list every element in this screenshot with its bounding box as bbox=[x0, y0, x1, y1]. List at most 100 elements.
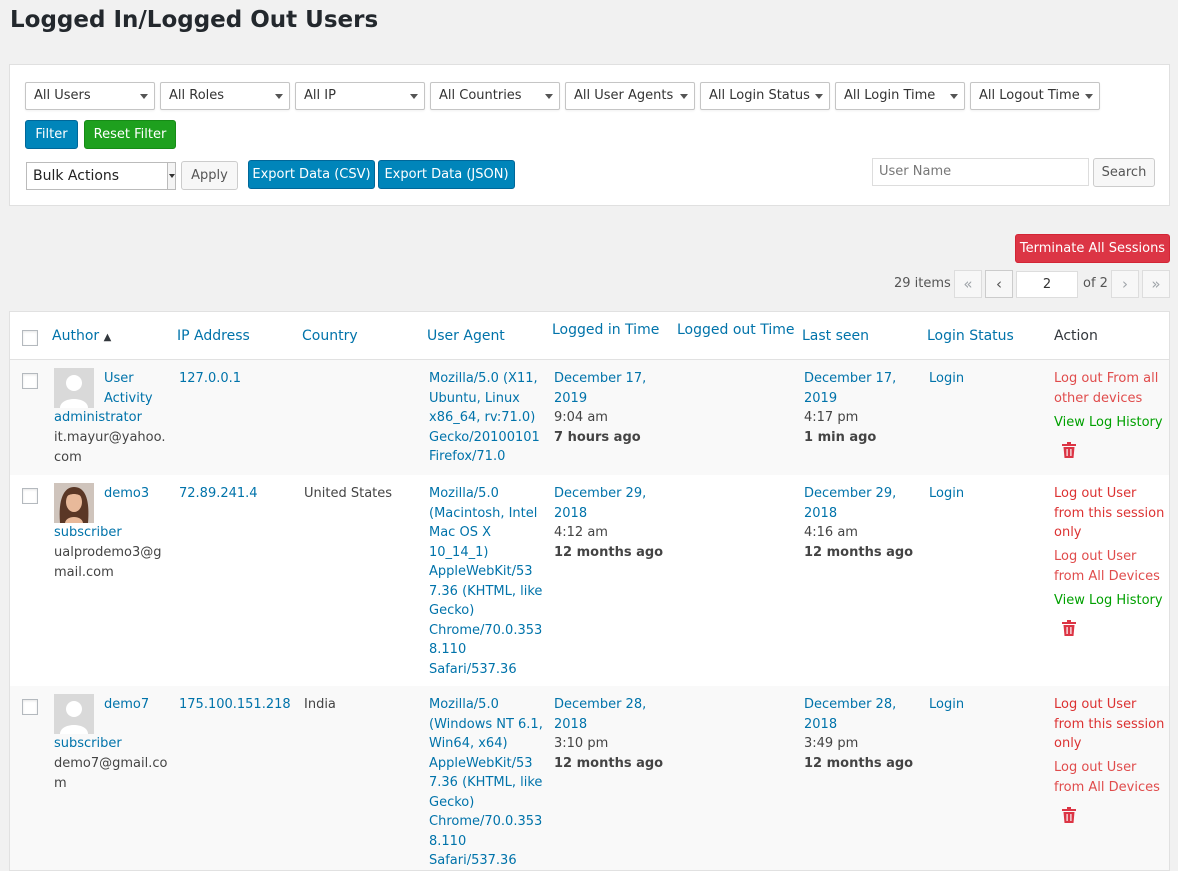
prev-page-button[interactable]: ‹ bbox=[985, 270, 1013, 298]
logged-in-time: December 17, 2019 9:04 am 7 hours ago bbox=[554, 369, 646, 447]
trash-icon[interactable] bbox=[1062, 807, 1076, 823]
row-checkbox[interactable] bbox=[22, 488, 38, 504]
row-checkbox[interactable] bbox=[22, 699, 38, 715]
date-line: 2019 bbox=[554, 390, 588, 406]
table-row: demo7 subscriber demo7@gmail.co m 175.100… bbox=[10, 686, 1169, 870]
login-clock-time: 4:12 am bbox=[554, 525, 608, 540]
chevron-down-icon bbox=[275, 94, 283, 99]
country: United States bbox=[304, 486, 393, 501]
author-role[interactable]: administrator bbox=[54, 408, 142, 428]
last-seen-time: December 17, 2019 4:17 pm 1 min ago bbox=[804, 369, 896, 447]
logged-in-time: December 28, 2018 3:10 pm 12 months ago bbox=[554, 695, 663, 773]
country: India bbox=[304, 697, 336, 712]
ua-line: (Macintosh, Intel bbox=[429, 505, 538, 521]
login-status-link[interactable]: Login bbox=[929, 695, 964, 715]
login-date-link[interactable]: December 17, 2019 bbox=[554, 369, 646, 408]
login-status-filter-select[interactable]: All Login Status bbox=[700, 82, 830, 110]
table-header: Author ▲ IP Address Country User Agent L… bbox=[10, 312, 1169, 360]
action-line: only bbox=[1054, 525, 1082, 540]
view-log-history-link[interactable]: View Log History bbox=[1054, 413, 1163, 433]
ua-line: Mozilla/5.0 bbox=[429, 697, 499, 712]
countries-filter-select[interactable]: All Countries bbox=[430, 82, 560, 110]
export-csv-button[interactable]: Export Data (CSV) bbox=[248, 160, 375, 189]
date-line: 2018 bbox=[804, 505, 838, 521]
login-date-link[interactable]: December 28, 2018 bbox=[554, 695, 663, 734]
select-value: All Roles bbox=[169, 88, 225, 103]
user-agent-link[interactable]: Mozilla/5.0 (Windows NT 6.1, Win64, x64) Ap… bbox=[429, 695, 543, 870]
action-line: Log out User bbox=[1054, 486, 1137, 501]
login-status-link[interactable]: Login bbox=[929, 369, 964, 389]
email-line: it.mayur@yahoo. bbox=[54, 430, 166, 445]
trash-icon[interactable] bbox=[1062, 442, 1076, 458]
logout-all-devices-link[interactable]: Log out From all other devices bbox=[1054, 369, 1158, 408]
author-name-link[interactable]: demo7 bbox=[104, 695, 149, 715]
author-name-link[interactable]: demo3 bbox=[104, 484, 149, 504]
view-log-history-link[interactable]: View Log History bbox=[1054, 591, 1163, 611]
seen-date-link[interactable]: December 28, 2018 bbox=[804, 695, 913, 734]
action-line: Log out From all bbox=[1054, 371, 1159, 386]
filter-button[interactable]: Filter bbox=[25, 120, 78, 149]
action-line: Log out User bbox=[1054, 549, 1137, 564]
ua-line: Mozilla/5.0 (X11, bbox=[429, 371, 538, 386]
avatar bbox=[54, 483, 94, 523]
chevron-down-icon bbox=[1085, 94, 1093, 99]
ip-address-link[interactable]: 127.0.0.1 bbox=[179, 369, 241, 389]
select-value: All Login Status bbox=[709, 88, 810, 103]
logged-in-time-column-header[interactable]: Logged in Time bbox=[552, 322, 659, 338]
select-all-checkbox[interactable] bbox=[22, 330, 38, 346]
author-role[interactable]: subscriber bbox=[54, 734, 122, 754]
ip-address-link[interactable]: 175.100.151.218 bbox=[179, 695, 291, 715]
ip-filter-select[interactable]: All IP bbox=[295, 82, 425, 110]
select-value: All Users bbox=[34, 88, 91, 103]
terminate-all-sessions-button[interactable]: Terminate All Sessions bbox=[1015, 234, 1170, 263]
ua-line: 7.36 (KHTML, like bbox=[429, 583, 543, 599]
trash-icon[interactable] bbox=[1062, 620, 1076, 636]
seen-relative-time: 1 min ago bbox=[804, 429, 877, 445]
reset-filter-button[interactable]: Reset Filter bbox=[84, 120, 176, 149]
user-agent-column-header[interactable]: User Agent bbox=[427, 328, 505, 344]
author-header-label: Author bbox=[52, 328, 100, 344]
users-filter-select[interactable]: All Users bbox=[25, 82, 155, 110]
login-date-link[interactable]: December 29, 2018 bbox=[554, 484, 663, 523]
user-agent-link[interactable]: Mozilla/5.0 (Macintosh, Intel Mac OS X 10_1… bbox=[429, 484, 542, 679]
last-seen-column-header[interactable]: Last seen bbox=[802, 328, 869, 344]
email-line: demo7@gmail.co bbox=[54, 756, 168, 771]
user-agents-filter-select[interactable]: All User Agents bbox=[565, 82, 695, 110]
chevron-down-icon bbox=[167, 163, 175, 189]
logout-this-session-link[interactable]: Log out User from this session only bbox=[1054, 484, 1164, 543]
logout-this-session-link[interactable]: Log out User from this session only bbox=[1054, 695, 1164, 754]
logout-all-devices-link[interactable]: Log out User from All Devices bbox=[1054, 758, 1160, 797]
logout-time-filter-select[interactable]: All Logout Time bbox=[970, 82, 1100, 110]
country-column-header[interactable]: Country bbox=[302, 328, 358, 344]
ua-line: Firefox/71.0 bbox=[429, 449, 506, 464]
row-checkbox[interactable] bbox=[22, 373, 38, 389]
user-name-search-input[interactable]: User Name bbox=[872, 158, 1089, 186]
logged-out-time-column-header[interactable]: Logged out Time bbox=[677, 322, 794, 338]
author-column-header[interactable]: Author ▲ bbox=[52, 328, 111, 344]
ua-line: Ubuntu, Linux bbox=[429, 390, 520, 406]
login-status-column-header[interactable]: Login Status bbox=[927, 328, 1014, 344]
date-line: December 17, bbox=[554, 371, 647, 386]
bulk-actions-select[interactable]: Bulk Actions bbox=[26, 162, 176, 190]
author-name-link[interactable]: User Activity bbox=[104, 369, 153, 408]
current-page-input[interactable]: 2 bbox=[1016, 271, 1078, 298]
seen-date-link[interactable]: December 29, 2018 bbox=[804, 484, 913, 523]
apply-button[interactable]: Apply bbox=[181, 161, 238, 190]
search-button[interactable]: Search bbox=[1093, 158, 1155, 187]
date-line: December 28, bbox=[804, 697, 897, 712]
logout-all-devices-link[interactable]: Log out User from All Devices bbox=[1054, 547, 1160, 586]
ua-line: Safari/537.36 bbox=[429, 661, 517, 677]
login-status-link[interactable]: Login bbox=[929, 484, 964, 504]
login-time-filter-select[interactable]: All Login Time bbox=[835, 82, 965, 110]
user-agent-link[interactable]: Mozilla/5.0 (X11, Ubuntu, Linux x86_64, rv… bbox=[429, 369, 540, 467]
ua-line: (Windows NT 6.1, bbox=[429, 716, 543, 732]
ua-line: Chrome/70.0.353 bbox=[429, 622, 543, 638]
roles-filter-select[interactable]: All Roles bbox=[160, 82, 290, 110]
ip-address-link[interactable]: 72.89.241.4 bbox=[179, 484, 258, 504]
export-json-button[interactable]: Export Data (JSON) bbox=[378, 160, 515, 189]
author-role[interactable]: subscriber bbox=[54, 523, 122, 543]
ua-line: Gecko) bbox=[429, 603, 475, 618]
action-line: Log out User bbox=[1054, 760, 1137, 775]
seen-date-link[interactable]: December 17, 2019 bbox=[804, 369, 896, 408]
ip-column-header[interactable]: IP Address bbox=[177, 328, 250, 344]
